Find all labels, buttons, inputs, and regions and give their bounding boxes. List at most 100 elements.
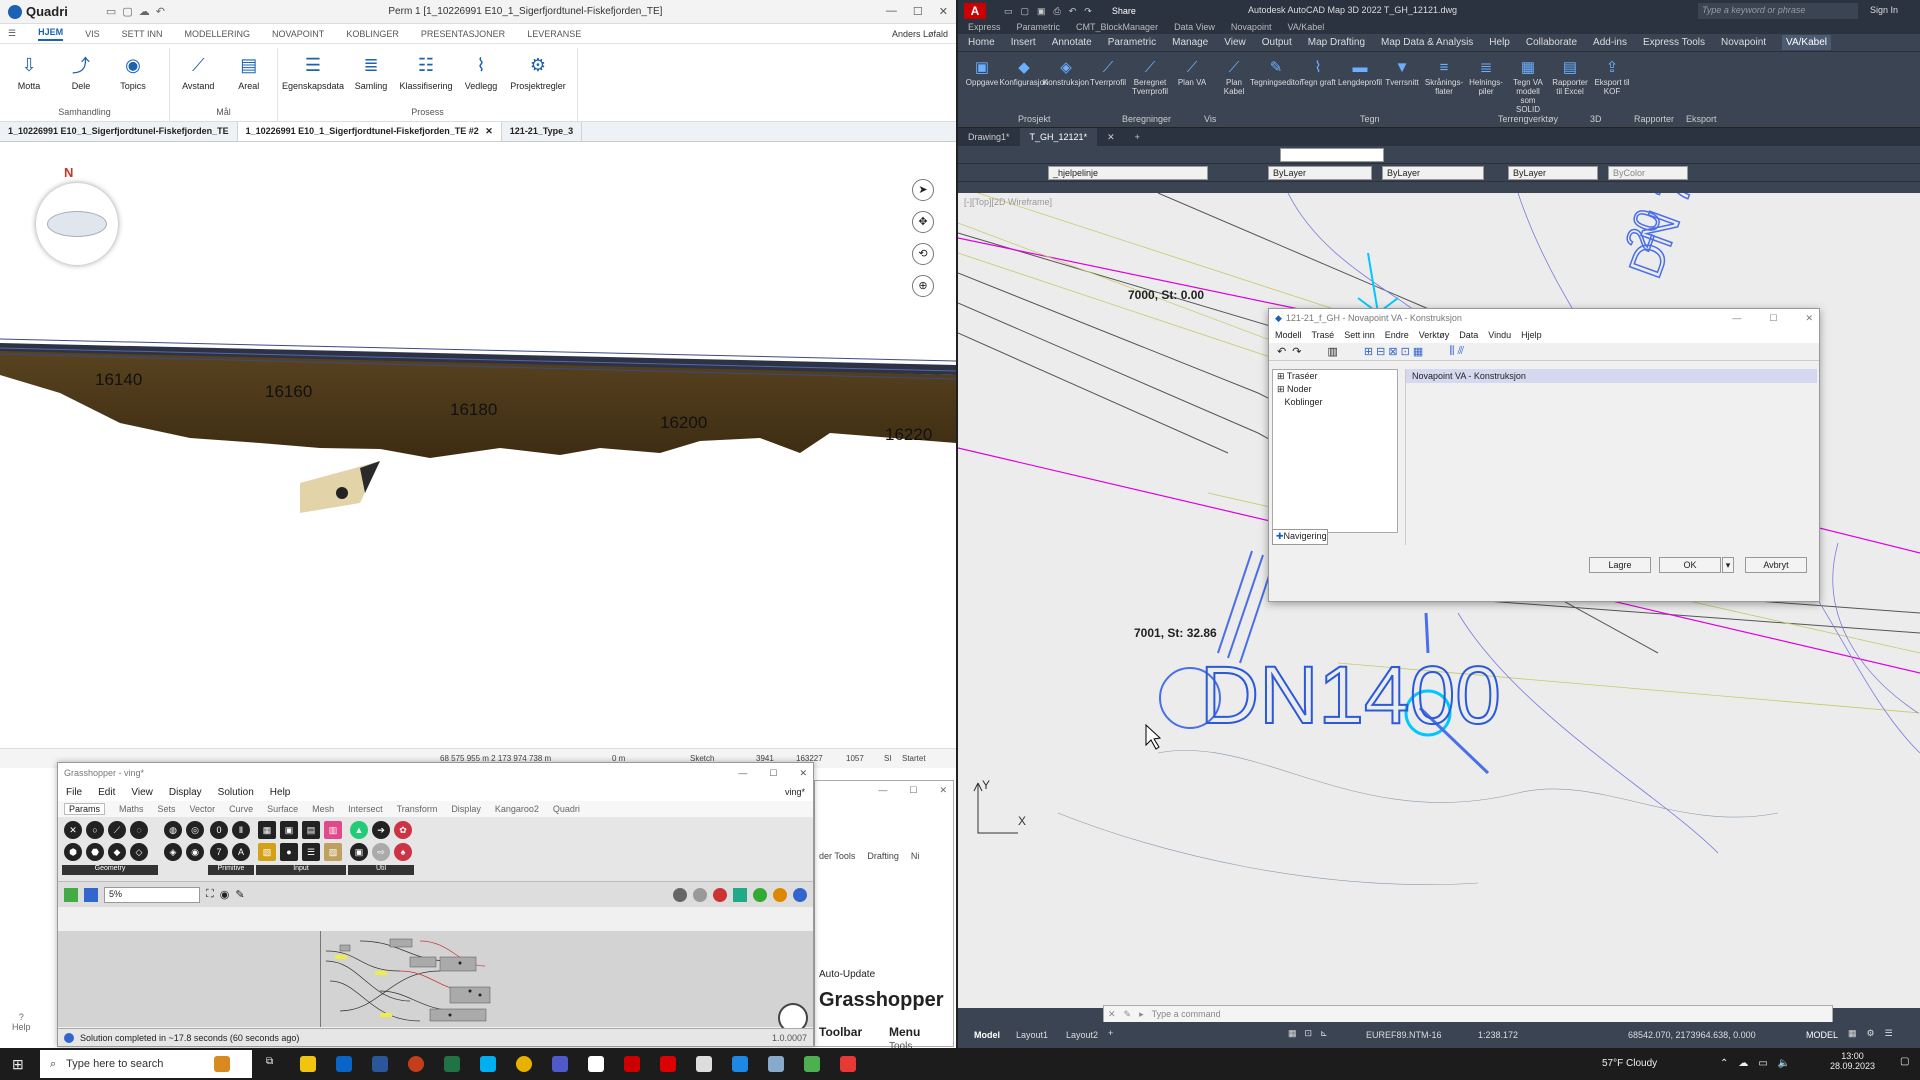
tab-express-tools[interactable]: Express Tools xyxy=(1643,37,1705,48)
layout-tab-2[interactable]: Layout2 xyxy=(1066,1030,1098,1040)
outlook-icon[interactable] xyxy=(336,1056,352,1072)
pipe-tools-icon[interactable]: ⊞ ⊟ ⊠ ⊡ ▦ xyxy=(1364,345,1424,358)
taskbar-search-input[interactable]: Type here to search xyxy=(66,1058,163,1070)
hamburger-icon[interactable]: ☰ xyxy=(8,28,16,39)
component-icon[interactable]: ● xyxy=(280,843,298,861)
np-menu-settinn[interactable]: Sett inn xyxy=(1344,330,1375,340)
sync-icon[interactable]: ☁ xyxy=(139,5,150,18)
group-3d[interactable]: 3D xyxy=(1590,114,1602,124)
group-input-label[interactable]: Input xyxy=(256,865,346,875)
gh-menu-view[interactable]: View xyxy=(131,787,153,798)
component-icon[interactable]: ⬢ xyxy=(64,843,82,861)
tree-node-traseer[interactable]: ⊞ Traséer xyxy=(1273,370,1397,383)
component-icon[interactable]: ⬣ xyxy=(86,843,104,861)
save-icon[interactable]: ▣ xyxy=(1037,6,1046,17)
side-tab-2[interactable]: Drafting xyxy=(867,851,899,861)
side-tab-1[interactable]: der Tools xyxy=(819,851,855,861)
menu-sett-inn[interactable]: SETT INN xyxy=(122,29,163,39)
chevron-up-icon[interactable]: ⌃ xyxy=(1720,1058,1728,1069)
coordinate-system[interactable]: EUREF89.NTM-16 xyxy=(1366,1030,1442,1040)
component-icon[interactable]: ▤ xyxy=(302,821,320,839)
close-icon[interactable]: ✕ xyxy=(939,785,947,796)
teams-icon[interactable] xyxy=(552,1056,568,1072)
component-icon[interactable]: ⇨ xyxy=(372,843,390,861)
tab-manage[interactable]: Manage xyxy=(1172,37,1208,48)
quadri-3d-viewport[interactable]: 16140 16160 16180 16200 16220 N ➤ ✥ ⟲ ⊕ xyxy=(0,143,956,748)
notifications-icon[interactable]: ▢ xyxy=(1900,1056,1909,1067)
redo-icon[interactable]: ↷ xyxy=(1292,345,1301,358)
preview-shaded-icon[interactable] xyxy=(693,887,707,902)
doc-tab-tgh[interactable]: T_GH_12121* xyxy=(1019,128,1098,146)
new-icon[interactable]: ▭ xyxy=(1004,6,1013,17)
task-view-icon[interactable]: ⧉ xyxy=(266,1056,273,1067)
component-icon[interactable]: ○ xyxy=(86,821,104,839)
close-icon[interactable]: ✕ xyxy=(1805,313,1813,324)
menu-modellering[interactable]: MODELLERING xyxy=(184,29,250,39)
component-icon[interactable]: A xyxy=(232,843,250,861)
ribbon-btn-0[interactable]: ▣ Oppgave xyxy=(964,56,1000,127)
gh-menu-edit[interactable]: Edit xyxy=(98,787,115,798)
gh-menu-solution[interactable]: Solution xyxy=(218,787,254,798)
vedlegg-button[interactable]: ⌇ Vedlegg xyxy=(456,48,506,107)
undo-icon[interactable]: ↶ xyxy=(156,5,165,18)
group-terrengverktoy[interactable]: Terrengverktøy xyxy=(1498,114,1558,124)
tab-parametric[interactable]: Parametric xyxy=(1108,37,1156,48)
component-icon[interactable]: ✿ xyxy=(394,821,412,839)
lagre-button[interactable]: Lagre xyxy=(1589,557,1651,573)
egenskapsdata-button[interactable]: ☰ Egenskapsdata xyxy=(282,48,344,107)
open-icon[interactable]: ▢ xyxy=(1021,6,1030,17)
command-history-icon[interactable]: ▸ xyxy=(1139,1009,1144,1020)
maximize-icon[interactable]: ☐ xyxy=(913,5,923,18)
gh-tab-mesh[interactable]: Mesh xyxy=(312,804,334,814)
toolbar-label[interactable]: Toolbar xyxy=(819,1025,862,1039)
preview-icon[interactable]: ◉ xyxy=(220,888,230,901)
minimize-icon[interactable]: — xyxy=(886,5,897,18)
redo-icon[interactable]: ↷ xyxy=(1084,6,1092,17)
gh-tab-sets[interactable]: Sets xyxy=(158,804,176,814)
tree-node-noder[interactable]: ⊞ Noder xyxy=(1273,383,1397,396)
tab-output[interactable]: Output xyxy=(1262,37,1292,48)
pan-icon[interactable]: ✥ xyxy=(912,211,934,233)
group-primitive-label[interactable]: Primitive xyxy=(208,865,254,875)
gh-tab-curve[interactable]: Curve xyxy=(229,804,253,814)
gh-menu-help[interactable]: Help xyxy=(270,787,291,798)
component-icon[interactable]: ▦ xyxy=(258,821,276,839)
app-icon[interactable] xyxy=(588,1056,604,1072)
doc-tab-1[interactable]: 1_10226991 E10_1_Sigerfjordtunel-Fiskefj… xyxy=(0,122,238,141)
component-icon[interactable]: ◌ xyxy=(130,821,148,839)
powerpoint-icon[interactable] xyxy=(408,1056,424,1072)
navigation-compass[interactable] xyxy=(36,183,118,265)
preview-wire-icon[interactable] xyxy=(673,887,687,902)
command-line[interactable]: ✕ ✎ ▸ Type a command xyxy=(1103,1005,1833,1023)
component-icon[interactable]: ♠ xyxy=(394,843,412,861)
orbit-icon[interactable]: ⟲ xyxy=(912,243,934,265)
profile-tools-icon[interactable]: ⫼ ⫻ xyxy=(1449,345,1464,358)
tab-vakabel[interactable]: VA/Kabel xyxy=(1782,35,1831,50)
component-icon[interactable]: ◉ xyxy=(186,843,204,861)
skype-icon[interactable] xyxy=(480,1056,496,1072)
np-menu-verktoy[interactable]: Verktøy xyxy=(1419,330,1450,340)
group-util-label[interactable]: Util xyxy=(348,865,414,875)
tab-collaborate[interactable]: Collaborate xyxy=(1526,37,1577,48)
maximize-icon[interactable]: ☐ xyxy=(909,785,917,796)
chrome-icon[interactable] xyxy=(516,1056,532,1072)
component-icon[interactable]: ▣ xyxy=(280,821,298,839)
scale-readout[interactable]: 1:238.172 xyxy=(1478,1030,1518,1040)
gh-tab-surface[interactable]: Surface xyxy=(267,804,298,814)
gh-doc-name[interactable]: ving* xyxy=(785,787,805,797)
grid-icon[interactable]: ▦ xyxy=(1848,1028,1857,1039)
bake-icon[interactable] xyxy=(733,887,747,902)
tree-node-koblinger[interactable]: Koblinger xyxy=(1273,396,1397,408)
zoom-select[interactable]: 5% xyxy=(104,886,200,903)
subbar-cmt[interactable]: CMT_BlockManager xyxy=(1076,22,1158,34)
rhino-icon[interactable] xyxy=(696,1056,712,1072)
gh-menu-file[interactable]: File xyxy=(66,787,82,798)
menu-vis[interactable]: VIS xyxy=(85,29,100,39)
group-vis[interactable]: Vis xyxy=(1204,114,1216,124)
navigering-tab[interactable]: ✚Navigering xyxy=(1272,529,1328,545)
menu-koblinger[interactable]: KOBLINGER xyxy=(346,29,399,39)
excel-icon[interactable] xyxy=(444,1056,460,1072)
ribbon-btn-2[interactable]: ◈ Konstruksjon xyxy=(1043,56,1089,127)
minimize-icon[interactable]: — xyxy=(1732,313,1741,324)
new-tab-icon[interactable]: + xyxy=(1125,132,1150,142)
